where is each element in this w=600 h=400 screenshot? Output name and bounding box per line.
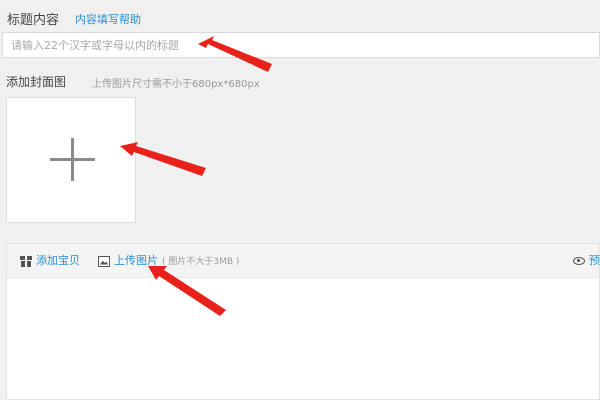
image-icon — [98, 255, 110, 267]
upload-image-label: 上传图片 — [114, 254, 158, 267]
title-input[interactable] — [2, 32, 600, 58]
add-item-label: 添加宝贝 — [36, 254, 80, 267]
title-label: 标题内容 — [7, 13, 60, 28]
eye-icon — [573, 257, 585, 265]
upload-size-note: ( 图片不大于3MB ) — [162, 257, 240, 267]
upload-image-button[interactable]: 上传图片 ( 图片不大于3MB ) — [98, 252, 239, 268]
preview-button[interactable]: 预 — [573, 252, 600, 268]
preview-label: 预 — [589, 254, 600, 267]
add-item-button[interactable]: 添加宝贝 — [20, 252, 80, 268]
content-editor[interactable]: 添加宝贝 上传图片 ( 图片不大于3MB ) 预 — [6, 243, 600, 400]
cover-upload-button[interactable] — [6, 97, 136, 223]
editor-toolbar: 添加宝贝 上传图片 ( 图片不大于3MB ) 预 — [7, 244, 600, 278]
cover-size-hint: 上传图片尺寸需不小于680px*680px — [92, 79, 260, 90]
content-help-link[interactable]: 内容填写帮助 — [75, 11, 141, 27]
gift-icon — [20, 255, 32, 267]
cover-label: 添加封面图 — [6, 75, 67, 89]
